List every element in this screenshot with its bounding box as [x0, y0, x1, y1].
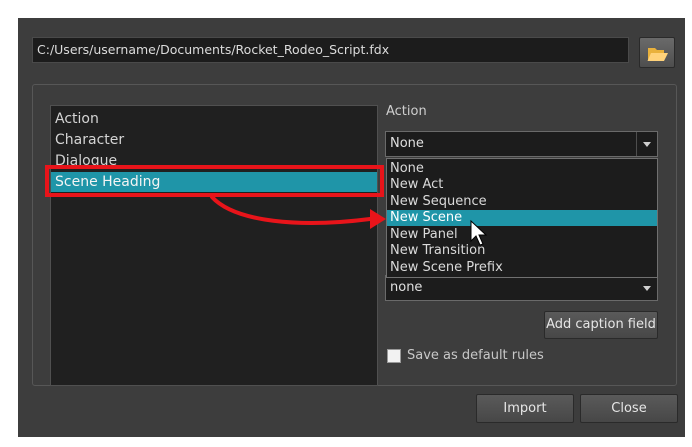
action-combo-value: None: [390, 136, 424, 151]
save-default-label: Save as default rules: [407, 348, 544, 363]
add-caption-field-button[interactable]: Add caption field: [544, 311, 658, 339]
element-type-list[interactable]: Action Character Dialogue Scene Heading: [50, 105, 378, 386]
list-item-scene-heading[interactable]: Scene Heading: [51, 172, 377, 192]
dropdown-item-new-act[interactable]: New Act: [387, 177, 657, 193]
import-button[interactable]: Import: [476, 394, 574, 423]
action-combo[interactable]: None: [385, 131, 658, 157]
dropdown-item-new-scene-prefix[interactable]: New Scene Prefix: [387, 260, 657, 276]
dropdown-item-new-scene[interactable]: New Scene: [387, 210, 657, 226]
dropdown-item-new-transition[interactable]: New Transition: [387, 243, 657, 259]
list-item-character[interactable]: Character: [55, 130, 124, 150]
folder-open-icon: [647, 48, 668, 61]
secondary-combo[interactable]: none: [385, 275, 658, 301]
action-label: Action: [386, 104, 427, 119]
list-item-action[interactable]: Action: [55, 109, 99, 129]
close-button[interactable]: Close: [580, 394, 678, 423]
list-item-dialogue[interactable]: Dialogue: [55, 151, 117, 171]
dropdown-item-new-sequence[interactable]: New Sequence: [387, 194, 657, 210]
chevron-down-icon[interactable]: [636, 132, 657, 156]
secondary-combo-value: none: [390, 280, 423, 295]
browse-button[interactable]: [639, 37, 675, 68]
file-path-field[interactable]: C:/Users/username/Documents/Rocket_Rodeo…: [32, 37, 629, 63]
chevron-down-icon[interactable]: [637, 276, 657, 300]
dropdown-item-none[interactable]: None: [387, 161, 657, 177]
action-dropdown-list[interactable]: None New Act New Sequence New Scene New …: [386, 158, 658, 278]
save-default-checkbox[interactable]: [387, 349, 401, 363]
dropdown-item-new-panel[interactable]: New Panel: [387, 227, 657, 243]
